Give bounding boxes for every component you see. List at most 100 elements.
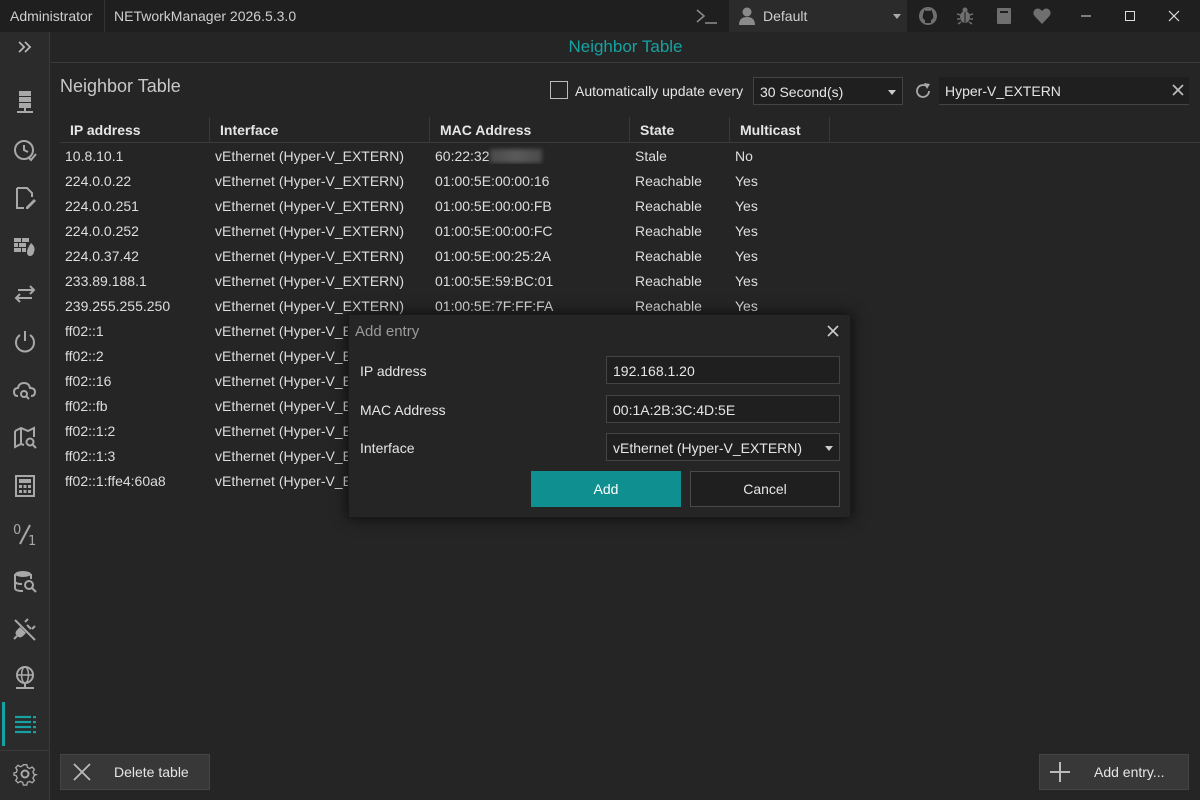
nav-divider bbox=[0, 750, 50, 751]
cell-ip-text: 233.89.188.1 bbox=[65, 273, 147, 289]
nav-item-cloud-search[interactable] bbox=[0, 370, 50, 410]
nav-item-neighbor-table[interactable] bbox=[0, 704, 50, 744]
column-header-mac[interactable]: MAC Address bbox=[430, 117, 630, 143]
column-header-multicast[interactable]: Multicast bbox=[730, 117, 830, 143]
interface-select[interactable]: vEthernet (Hyper-V_EXTERN) bbox=[606, 433, 840, 461]
maximize-button[interactable] bbox=[1108, 0, 1152, 32]
cell-ip-text: ff02::1:2 bbox=[65, 423, 116, 439]
cell-state: Reachable bbox=[630, 218, 730, 239]
nav-item-database-search[interactable] bbox=[0, 562, 50, 602]
edit-document-icon bbox=[16, 187, 36, 209]
cell-state: Stale bbox=[630, 143, 730, 164]
cell-mac: 01:00:5E:00:00:16 bbox=[430, 168, 630, 189]
cell-interface-text: vEthernet (Hyper-V_EX bbox=[215, 348, 362, 364]
column-header-state[interactable]: State bbox=[630, 117, 730, 143]
title-separator bbox=[104, 0, 105, 32]
bug-icon[interactable] bbox=[955, 6, 975, 26]
cancel-button[interactable]: Cancel bbox=[690, 471, 840, 507]
table-row[interactable]: 224.0.0.251 vEthernet (Hyper-V_EXTERN) 01:… bbox=[60, 193, 1200, 218]
percent-icon: 0 1 bbox=[13, 523, 36, 547]
cell-ip: ff02::1:3 bbox=[60, 443, 210, 464]
settings-icon bbox=[13, 764, 38, 786]
cell-multicast-text: Yes bbox=[735, 223, 758, 239]
cell-interface: vEthernet (Hyper-V_EXTERN) bbox=[210, 218, 430, 239]
cell-state-text: Reachable bbox=[635, 173, 702, 189]
database-search-icon bbox=[14, 571, 37, 593]
cell-interface-text: vEthernet (Hyper-V_EXTERN) bbox=[215, 248, 405, 264]
cell-state: Reachable bbox=[630, 168, 730, 189]
table-row[interactable]: 233.89.188.1 vEthernet (Hyper-V_EXTERN) 01… bbox=[60, 268, 1200, 293]
add-entry-dialog: Add entry IP address 192.168.1.20 MAC Ad… bbox=[348, 314, 851, 518]
heart-icon[interactable] bbox=[1032, 6, 1052, 26]
nav-item-map-search[interactable] bbox=[0, 418, 50, 458]
cell-mac-text: 01:00:5E:59:BC:01 bbox=[435, 273, 554, 289]
auto-update-label: Automatically update every bbox=[575, 83, 744, 99]
minimize-button[interactable] bbox=[1064, 0, 1108, 32]
nav-item-subnet[interactable]: 0 1 bbox=[0, 514, 50, 554]
cell-ip: 224.0.0.251 bbox=[60, 193, 210, 214]
search-input[interactable]: Hyper-V_EXTERN bbox=[939, 77, 1189, 105]
refresh-icon[interactable] bbox=[913, 81, 933, 101]
cell-interface-text: vEthernet (Hyper-V_EXTERN) bbox=[215, 298, 405, 314]
cell-ip: 224.0.37.42 bbox=[60, 243, 210, 264]
nav-item-firewall[interactable] bbox=[0, 226, 50, 266]
cell-mac: 01:00:5E:00:25:2A bbox=[430, 243, 630, 264]
cell-multicast-text: No bbox=[735, 148, 753, 164]
cell-interface-text: vEthernet (Hyper-V_EXTERN) bbox=[215, 198, 405, 214]
nav-item-settings[interactable] bbox=[0, 754, 50, 794]
clear-search-icon[interactable] bbox=[1171, 83, 1185, 97]
nav-item-calculator[interactable] bbox=[0, 466, 50, 506]
column-header-ip[interactable]: IP address bbox=[60, 117, 210, 143]
nav-item-network[interactable] bbox=[0, 658, 50, 698]
console-icon[interactable] bbox=[694, 6, 720, 26]
nav-item-edit[interactable] bbox=[0, 178, 50, 218]
minimize-icon bbox=[1081, 15, 1091, 17]
table-row[interactable]: 224.0.37.42 vEthernet (Hyper-V_EXTERN) 01:… bbox=[60, 243, 1200, 268]
cell-multicast-text: Yes bbox=[735, 298, 758, 314]
cell-interface-text: vEthernet (Hyper-V_EXTERN) bbox=[215, 273, 405, 289]
cell-ip-text: 224.0.0.251 bbox=[65, 198, 139, 214]
add-entry-button[interactable]: Add entry... bbox=[1039, 754, 1189, 790]
profile-selector[interactable]: Default bbox=[729, 0, 907, 32]
column-header-interface[interactable]: Interface bbox=[210, 117, 430, 143]
nav-item-power[interactable] bbox=[0, 322, 50, 362]
interval-select[interactable]: 30 Second(s) bbox=[753, 77, 903, 105]
cell-mac-text: 60:22:32 bbox=[435, 148, 490, 164]
nav-item-plug[interactable] bbox=[0, 610, 50, 650]
cell-interface: vEthernet (Hyper-V_EXTERN) bbox=[210, 293, 430, 314]
cell-interface-text: vEthernet (Hyper-V_EX bbox=[215, 473, 362, 489]
book-icon[interactable] bbox=[994, 6, 1014, 26]
cell-mac-text: 01:00:5E:00:25:2A bbox=[435, 248, 551, 264]
auto-update-checkbox[interactable] bbox=[550, 81, 568, 99]
close-window-button[interactable] bbox=[1152, 0, 1196, 32]
nav-item-history[interactable] bbox=[0, 130, 50, 170]
table-row[interactable]: 10.8.10.1 vEthernet (Hyper-V_EXTERN) 60:22… bbox=[60, 143, 1200, 168]
add-button[interactable]: Add bbox=[531, 471, 681, 507]
close-icon[interactable] bbox=[827, 325, 839, 337]
delete-table-button[interactable]: Delete table bbox=[60, 754, 210, 790]
cell-mac: 60:22:32 bbox=[430, 143, 630, 164]
cell-ip-text: ff02::fb bbox=[65, 398, 108, 414]
cell-interface-text: vEthernet (Hyper-V_EX bbox=[215, 323, 362, 339]
transfer-icon bbox=[14, 285, 36, 303]
nav-item-server[interactable] bbox=[0, 82, 50, 122]
mac-address-label: MAC Address bbox=[360, 402, 446, 418]
search-value: Hyper-V_EXTERN bbox=[945, 83, 1061, 99]
cell-multicast: Yes bbox=[730, 243, 830, 264]
cell-mac-text: 01:00:5E:00:00:FB bbox=[435, 198, 552, 214]
cell-interface: vEthernet (Hyper-V_EXTERN) bbox=[210, 143, 430, 164]
nav-item-transfer[interactable] bbox=[0, 274, 50, 314]
mac-address-field[interactable]: 00:1A:2B:3C:4D:5E bbox=[606, 395, 840, 423]
interface-label: Interface bbox=[360, 440, 415, 456]
cell-ip-text: 224.0.37.42 bbox=[65, 248, 139, 264]
ip-address-value: 192.168.1.20 bbox=[613, 363, 695, 379]
cell-ip: ff02::fb bbox=[60, 393, 210, 414]
cell-state-text: Stale bbox=[635, 148, 667, 164]
add-entry-label: Add entry... bbox=[1094, 764, 1165, 780]
ip-address-field[interactable]: 192.168.1.20 bbox=[606, 356, 840, 384]
github-icon[interactable] bbox=[918, 6, 938, 26]
table-row[interactable]: 224.0.0.252 vEthernet (Hyper-V_EXTERN) 01:… bbox=[60, 218, 1200, 243]
cell-ip-text: 239.255.255.250 bbox=[65, 298, 171, 314]
collapse-nav-button[interactable] bbox=[0, 32, 50, 62]
table-row[interactable]: 224.0.0.22 vEthernet (Hyper-V_EXTERN) 01:0… bbox=[60, 168, 1200, 193]
